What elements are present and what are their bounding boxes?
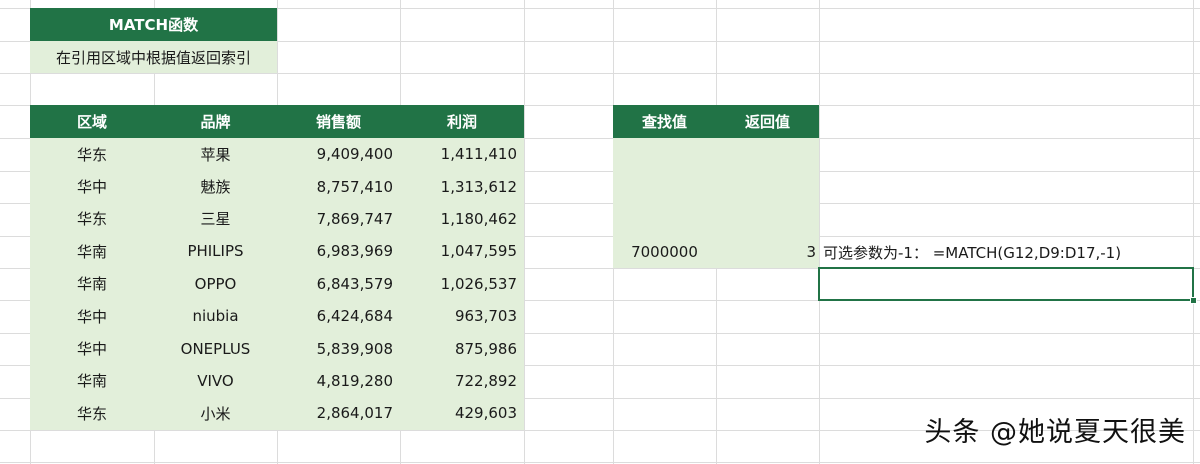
table-cell-brand[interactable]: 魅族 <box>154 170 277 202</box>
header-lookup-value[interactable]: 查找值 <box>613 105 716 138</box>
table-cell-region[interactable]: 华东 <box>30 397 154 429</box>
table-cell-profit[interactable]: 429,603 <box>400 397 524 429</box>
table-cell-brand[interactable]: PHILIPS <box>154 235 277 267</box>
table-cell-sales[interactable]: 9,409,400 <box>277 138 400 170</box>
table-cell-sales[interactable]: 6,983,969 <box>277 235 400 267</box>
subtitle-cell[interactable]: 在引用区域中根据值返回索引 <box>30 41 277 73</box>
table-cell-profit[interactable]: 1,411,410 <box>400 138 524 170</box>
table-cell-brand[interactable]: 小米 <box>154 397 277 429</box>
table-cell-brand[interactable]: niubia <box>154 300 277 332</box>
table-cell-region[interactable]: 华南 <box>30 235 154 267</box>
table-cell-region[interactable]: 华中 <box>30 300 154 332</box>
table-cell-profit[interactable]: 722,892 <box>400 365 524 397</box>
table-cell-profit[interactable]: 1,047,595 <box>400 235 524 267</box>
header-region[interactable]: 区域 <box>30 105 154 138</box>
return-value-cell[interactable]: 3 <box>716 236 819 268</box>
title-cell[interactable]: MATCH函数 <box>30 8 277 41</box>
table-cell-region[interactable]: 华南 <box>30 268 154 300</box>
table-cell-sales[interactable]: 4,819,280 <box>277 365 400 397</box>
formula-note-cell[interactable]: 可选参数为-1： =MATCH(G12,D9:D17,-1) <box>819 236 1193 268</box>
table-cell-sales[interactable]: 6,424,684 <box>277 300 400 332</box>
table-cell-profit[interactable]: 1,026,537 <box>400 268 524 300</box>
table-cell-region[interactable]: 华中 <box>30 170 154 202</box>
table-cell-sales[interactable]: 6,843,579 <box>277 268 400 300</box>
watermark-text: 头条 @她说夏天很美 <box>924 417 1186 448</box>
table-cell-sales[interactable]: 2,864,017 <box>277 397 400 429</box>
table-cell-sales[interactable]: 5,839,908 <box>277 332 400 364</box>
table-cell-profit[interactable]: 963,703 <box>400 300 524 332</box>
header-brand[interactable]: 品牌 <box>154 105 277 138</box>
header-return-value[interactable]: 返回值 <box>716 105 819 138</box>
table-cell-brand[interactable]: ONEPLUS <box>154 332 277 364</box>
table-cell-brand[interactable]: OPPO <box>154 268 277 300</box>
table-cell-profit[interactable]: 875,986 <box>400 332 524 364</box>
table-cell-profit[interactable]: 1,180,462 <box>400 203 524 235</box>
active-cell-selection[interactable] <box>818 267 1194 301</box>
table-cell-brand[interactable]: VIVO <box>154 365 277 397</box>
table-cell-sales[interactable]: 8,757,410 <box>277 170 400 202</box>
table-cell-profit[interactable]: 1,313,612 <box>400 170 524 202</box>
table-cell-region[interactable]: 华中 <box>30 332 154 364</box>
table-cell-brand[interactable]: 三星 <box>154 203 277 235</box>
table-cell-region[interactable]: 华南 <box>30 365 154 397</box>
table-cell-region[interactable]: 华东 <box>30 203 154 235</box>
fill-handle[interactable] <box>1190 297 1197 304</box>
header-profit[interactable]: 利润 <box>400 105 524 138</box>
table-cell-brand[interactable]: 苹果 <box>154 138 277 170</box>
table-cell-region[interactable]: 华东 <box>30 138 154 170</box>
table-cell-sales[interactable]: 7,869,747 <box>277 203 400 235</box>
lookup-value-cell[interactable]: 7000000 <box>613 236 716 268</box>
header-sales[interactable]: 销售额 <box>277 105 400 138</box>
